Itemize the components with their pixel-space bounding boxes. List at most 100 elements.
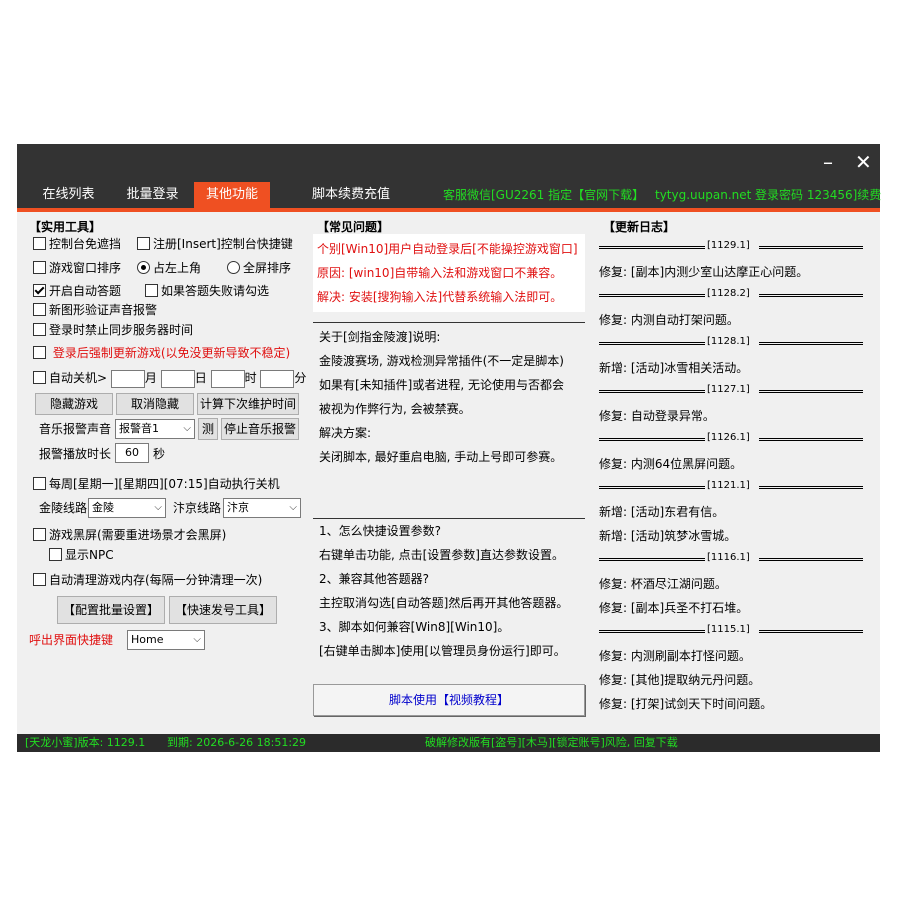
auto-answer-checkbox[interactable]: 开启自动答题 — [33, 281, 121, 301]
log-line: 修复: [副本]兵圣不打石堆。 — [599, 601, 749, 615]
captcha-sound-checkbox[interactable]: 新图形验证声音报警 — [33, 300, 157, 320]
config-batch-button[interactable]: 【配置批量设置】 — [57, 596, 165, 624]
separator-line — [599, 390, 705, 393]
shutdown-hour-input[interactable] — [210, 369, 245, 388]
no-sync-time-checkbox[interactable]: 登录时禁止同步服务器时间 — [33, 320, 193, 340]
chevron-down-icon: ⌵ — [183, 423, 191, 434]
tab-other-functions[interactable]: 其他功能 — [194, 182, 270, 208]
close-button[interactable]: ✕ — [855, 150, 872, 174]
separator-line — [759, 294, 863, 297]
checkbox-box[interactable] — [33, 261, 46, 274]
bianjing-route-select[interactable]: 汴京 ⌵ — [223, 498, 301, 518]
jinling-route-select[interactable]: 金陵 ⌵ — [88, 498, 166, 518]
log-line: 修复: 内测自动打架问题。 — [599, 313, 739, 327]
radio-dot[interactable] — [227, 261, 240, 274]
log-version: [1129.1] — [707, 240, 750, 251]
login-password-info: 登录密码 123456]续费 — [755, 188, 882, 202]
main-area: 【实用工具】 控制台免遮挡 注册[Insert]控制台快捷键 游戏窗口排序 占左… — [17, 212, 880, 734]
window-sort-checkbox[interactable]: 游戏窗口排序 — [33, 258, 121, 278]
stop-alarm-button[interactable]: 停止音乐报警 — [221, 418, 299, 440]
force-update-checkbox[interactable]: 登录后强制更新游戏(以免没更新导致不稳定) — [33, 343, 290, 363]
tab-renew-script[interactable]: 脚本续费充值 — [291, 182, 411, 208]
log-version-separator: [1126.1] — [599, 430, 863, 446]
top-left-radio[interactable]: 占左上角 — [137, 258, 201, 278]
notice-box: 个别[Win10]用户自动登录后[不能操控游戏窗口] 原因: [win10]自带… — [313, 234, 585, 312]
separator-line — [759, 630, 863, 633]
update-log-panel: 【更新日志】 [1129.1] 修复: [副本]内测少室山达摩正心问题。 [1128… — [595, 218, 873, 728]
auto-clean-checkbox[interactable]: 自动清理游戏内存(每隔一分钟清理一次) — [33, 570, 262, 590]
log-line: 修复: 杯酒尽江湖问题。 — [599, 577, 727, 591]
checkbox-box[interactable] — [33, 284, 46, 297]
log-version: [1128.1] — [707, 336, 750, 347]
radio-dot[interactable] — [137, 261, 150, 274]
faq-line: 如果有[未知插件]或者进程, 无论使用与否都会 — [319, 378, 564, 392]
checkbox-box[interactable] — [137, 237, 150, 250]
separator-line — [599, 630, 705, 633]
risk-warning-text: 破解修改版有[盗号][木马][锁定账号]风险, 回复下载 — [425, 736, 678, 749]
chevron-down-icon: ⌵ — [193, 634, 201, 645]
faq-line: 主控取消勾选[自动答题]然后再开其他答题器。 — [319, 596, 569, 610]
hotkey-label: 呼出界面快捷键 — [29, 633, 114, 647]
checkbox-box[interactable] — [145, 284, 158, 297]
calc-maintenance-button[interactable]: 计算下次维护时间 — [197, 393, 299, 415]
separator-line — [599, 246, 705, 249]
hide-game-button[interactable]: 隐藏游戏 — [35, 393, 113, 415]
shutdown-month-input[interactable] — [110, 369, 145, 388]
shutdown-day-input[interactable] — [160, 369, 195, 388]
tab-batch-login[interactable]: 批量登录 — [115, 182, 190, 208]
quick-tool-button[interactable]: 【快速发号工具】 — [169, 596, 277, 624]
separator-line — [759, 342, 863, 345]
console-no-block-checkbox[interactable]: 控制台免遮挡 — [33, 234, 121, 254]
checkbox-box[interactable] — [33, 528, 46, 541]
site-link[interactable]: tytyg.uupan.net — [655, 182, 751, 208]
black-screen-checkbox[interactable]: 游戏黑屏(需要重进场景才会黑屏) — [33, 525, 226, 545]
faq-line: 右键单击功能, 点击[设置参数]直达参数设置。 — [319, 548, 564, 562]
minimize-button[interactable]: – — [823, 150, 833, 174]
register-hotkey-checkbox[interactable]: 注册[Insert]控制台快捷键 — [137, 234, 293, 254]
alarm-sound-label: 音乐报警声音 — [39, 422, 112, 436]
log-version: [1126.1] — [707, 432, 750, 443]
log-version-separator: [1128.2] — [599, 286, 863, 302]
divider — [313, 322, 585, 323]
checkbox-box[interactable] — [33, 477, 46, 490]
alarm-duration-input[interactable]: 60 — [115, 443, 149, 463]
log-title: 【更新日志】 — [603, 220, 676, 234]
separator-line — [599, 438, 705, 441]
seconds-label: 秒 — [153, 447, 166, 461]
weekly-shutdown-checkbox[interactable]: 每周[星期一][星期四][07:15]自动执行关机 — [33, 474, 280, 494]
separator-line — [759, 486, 863, 489]
answer-fail-checkbox[interactable]: 如果答题失败请勾选 — [145, 281, 269, 301]
checkbox-box[interactable] — [33, 237, 46, 250]
test-sound-button[interactable]: 测 — [198, 418, 218, 440]
app-window: – ✕ 在线列表 批量登录 其他功能 脚本续费充值 客服微信[GU2261 指定… — [17, 144, 882, 752]
checkbox-box[interactable] — [49, 548, 62, 561]
log-version: [1116.1] — [707, 552, 750, 563]
faq-line: 金陵渡赛场, 游戏检测异常插件(不一定是脚本) — [319, 354, 564, 368]
auto-shutdown-checkbox[interactable] — [33, 371, 46, 384]
chevron-down-icon: ⌵ — [154, 502, 162, 513]
show-npc-checkbox[interactable]: 显示NPC — [49, 545, 114, 565]
log-version-separator: [1128.1] — [599, 334, 863, 350]
hotkey-select[interactable]: Home ⌵ — [127, 630, 205, 650]
status-bar: [天龙小蜜]版本: 1129.1 到期: 2026-6-26 18:51:29 … — [17, 734, 880, 752]
faq-line: [右键单击脚本]使用[以管理员身份运行]即可。 — [319, 644, 566, 658]
faq-line: 1、怎么快捷设置参数? — [319, 524, 442, 538]
log-version: [1115.1] — [707, 624, 750, 635]
tools-panel: 【实用工具】 控制台免遮挡 注册[Insert]控制台快捷键 游戏窗口排序 占左… — [25, 218, 311, 728]
checkbox-box[interactable] — [33, 346, 46, 359]
cancel-hide-button[interactable]: 取消隐藏 — [116, 393, 194, 415]
video-tutorial-button[interactable]: 脚本使用【视频教程】 — [313, 684, 585, 716]
checkbox-box[interactable] — [33, 573, 46, 586]
separator-line — [759, 558, 863, 561]
alarm-sound-select[interactable]: 报警音1 ⌵ — [115, 419, 195, 439]
checkbox-box[interactable] — [33, 303, 46, 316]
log-version-separator: [1127.1] — [599, 382, 863, 398]
jinling-route-label: 金陵线路 — [39, 501, 88, 515]
full-sort-radio[interactable]: 全屏排序 — [227, 258, 291, 278]
faq-line: 关于[剑指金陵渡]说明: — [319, 330, 441, 344]
tab-online-list[interactable]: 在线列表 — [31, 182, 106, 208]
checkbox-box[interactable] — [33, 323, 46, 336]
shutdown-minute-input[interactable] — [260, 369, 295, 388]
faq-line: 解决方案: — [319, 426, 372, 440]
log-version-separator: [1116.1] — [599, 550, 863, 566]
